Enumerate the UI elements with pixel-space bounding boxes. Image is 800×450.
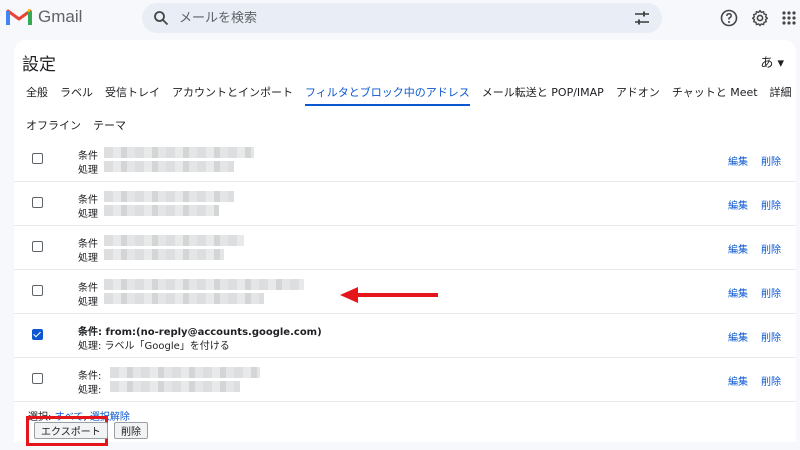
delete-filter-link[interactable]: 削除 bbox=[761, 285, 781, 300]
delete-filter-link[interactable]: 削除 bbox=[761, 153, 781, 168]
delete-filter-link[interactable]: 削除 bbox=[761, 197, 781, 212]
redacted-condition bbox=[104, 235, 244, 246]
filter-row: 条件 処理 編集 削除 bbox=[14, 182, 796, 226]
delete-filter-link[interactable]: 削除 bbox=[761, 329, 781, 344]
action-label: 処理 bbox=[78, 253, 98, 264]
condition-text: 条件: from:(no-reply@accounts.google.com) bbox=[78, 327, 322, 338]
redacted-action bbox=[104, 205, 219, 216]
tab-accounts-import[interactable]: アカウントとインポート bbox=[172, 81, 293, 103]
search-input[interactable] bbox=[179, 10, 599, 26]
filter-checkbox[interactable] bbox=[32, 197, 43, 208]
gmail-logo[interactable]: Gmail bbox=[6, 7, 82, 27]
condition-label: 条件 bbox=[78, 195, 98, 206]
action-text: 処理: ラベル「Google」を付ける bbox=[78, 341, 230, 352]
input-tools-toggle[interactable]: あ ▾ bbox=[760, 52, 784, 71]
settings-panel: 設定 あ ▾ 全般 ラベル 受信トレイ アカウントとインポート フィルタとブロッ… bbox=[14, 40, 796, 446]
edit-filter-link[interactable]: 編集 bbox=[728, 241, 748, 256]
redacted-condition bbox=[104, 191, 234, 202]
tab-filters-blocked[interactable]: フィルタとブロック中のアドレス bbox=[305, 81, 470, 106]
filter-checkbox[interactable] bbox=[32, 285, 43, 296]
condition-label: 条件 bbox=[78, 283, 98, 294]
page-title: 設定 bbox=[22, 55, 56, 75]
redacted-action bbox=[104, 293, 264, 304]
filter-checkbox[interactable] bbox=[32, 373, 43, 384]
redacted-action bbox=[110, 381, 240, 392]
export-button[interactable]: エクスポート bbox=[34, 422, 108, 439]
action-label: 処理 bbox=[78, 209, 98, 220]
settings-tabs: 全般 ラベル 受信トレイ アカウントとインポート フィルタとブロック中のアドレス… bbox=[14, 80, 796, 136]
filter-checkbox-checked[interactable] bbox=[32, 329, 43, 340]
tab-offline[interactable]: オフライン bbox=[26, 114, 81, 136]
redacted-action bbox=[104, 161, 234, 172]
filter-checkbox[interactable] bbox=[32, 153, 43, 164]
edit-filter-link[interactable]: 編集 bbox=[728, 329, 748, 344]
action-label: 処理: bbox=[78, 385, 102, 396]
condition-label: 条件: bbox=[78, 371, 102, 382]
edit-filter-link[interactable]: 編集 bbox=[728, 153, 748, 168]
tab-labels[interactable]: ラベル bbox=[60, 81, 93, 103]
tab-addons[interactable]: アドオン bbox=[616, 81, 660, 103]
gmail-m-icon bbox=[6, 8, 32, 25]
tab-inbox[interactable]: 受信トレイ bbox=[105, 81, 160, 103]
redacted-action bbox=[104, 249, 224, 260]
condition-label: 条件 bbox=[78, 151, 98, 162]
tab-themes[interactable]: テーマ bbox=[93, 114, 126, 136]
condition-label: 条件 bbox=[78, 239, 98, 250]
help-icon[interactable] bbox=[720, 9, 738, 27]
redacted-condition bbox=[110, 367, 260, 378]
search-icon[interactable] bbox=[153, 10, 169, 26]
filter-list: 条件 処理 編集 削除 条件 処理 編集 削除 条件 処理 編集 削除 条件 処… bbox=[14, 138, 796, 402]
delete-filter-link[interactable]: 削除 bbox=[761, 373, 781, 388]
tab-advanced[interactable]: 詳細 bbox=[770, 81, 792, 103]
delete-button[interactable]: 削除 bbox=[114, 422, 148, 439]
red-arrow-annotation bbox=[340, 287, 438, 303]
top-bar: Gmail bbox=[0, 0, 800, 38]
redacted-condition bbox=[104, 147, 254, 158]
redacted-condition bbox=[104, 279, 304, 290]
filter-row: 条件 処理 編集 削除 bbox=[14, 138, 796, 182]
filter-row-selected: 条件: from:(no-reply@accounts.google.com) … bbox=[14, 314, 796, 358]
filter-checkbox[interactable] bbox=[32, 241, 43, 252]
filter-row: 条件 処理 編集 削除 bbox=[14, 226, 796, 270]
delete-filter-link[interactable]: 削除 bbox=[761, 241, 781, 256]
edit-filter-link[interactable]: 編集 bbox=[728, 197, 748, 212]
app-name: Gmail bbox=[38, 7, 83, 26]
edit-filter-link[interactable]: 編集 bbox=[728, 285, 748, 300]
tab-general[interactable]: 全般 bbox=[26, 81, 48, 103]
edit-filter-link[interactable]: 編集 bbox=[728, 373, 748, 388]
filter-row: 条件: 処理: 編集 削除 bbox=[14, 358, 796, 402]
search-bar[interactable] bbox=[142, 3, 662, 33]
action-label: 処理 bbox=[78, 165, 98, 176]
action-label: 処理 bbox=[78, 297, 98, 308]
apps-grid-icon[interactable] bbox=[782, 9, 796, 27]
tab-chat-meet[interactable]: チャットと Meet bbox=[672, 81, 758, 103]
tab-forwarding-pop-imap[interactable]: メール転送と POP/IMAP bbox=[482, 81, 604, 103]
search-options-icon[interactable] bbox=[634, 11, 650, 25]
settings-gear-icon[interactable] bbox=[751, 9, 769, 27]
